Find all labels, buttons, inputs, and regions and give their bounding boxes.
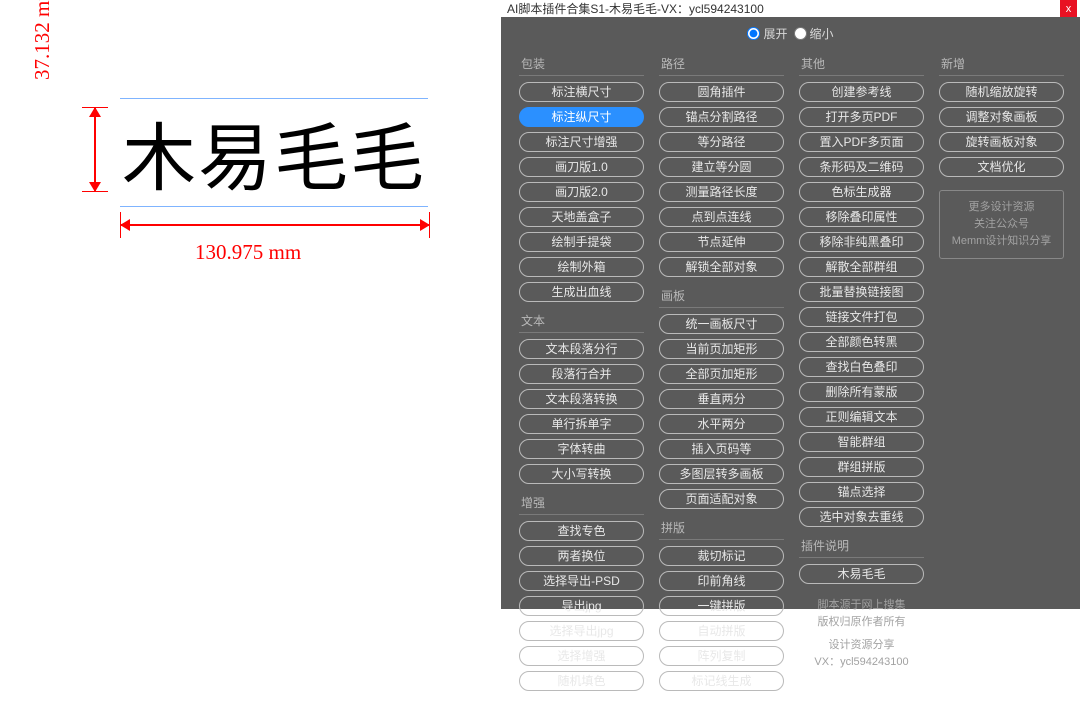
action-pill[interactable]: 调整对象画板 bbox=[939, 107, 1064, 127]
section-imposition-header: 拼版 bbox=[659, 516, 784, 540]
action-pill[interactable]: 旋转画板对象 bbox=[939, 132, 1064, 152]
action-pill[interactable]: 大小写转换 bbox=[519, 464, 644, 484]
action-pill[interactable]: 全部页加矩形 bbox=[659, 364, 784, 384]
column-1: 包装 标注横尺寸标注纵尺寸标注尺寸增强画刀版1.0 画刀版2.0 天地盖盒子绘制手提… bbox=[519, 50, 644, 696]
panel-title-bar: AI脚本插件合集S1-木易毛毛-VX：ycl594243100 x bbox=[501, 0, 1080, 17]
section-enhance-header: 增强 bbox=[519, 491, 644, 515]
action-pill[interactable]: 画刀版2.0 bbox=[519, 182, 644, 202]
action-pill[interactable]: 裁切标记 bbox=[659, 546, 784, 566]
info-box: 更多设计资源 关注公众号 Memm设计知识分享 bbox=[939, 190, 1064, 259]
artwork-text: 木易毛毛 bbox=[120, 98, 428, 207]
action-pill[interactable]: 节点延伸 bbox=[659, 232, 784, 252]
action-pill[interactable]: 查找白色叠印 bbox=[799, 357, 924, 377]
action-pill[interactable]: 绘制外箱 bbox=[519, 257, 644, 277]
action-pill[interactable]: 导出jpg bbox=[519, 596, 644, 616]
action-pill[interactable]: 插入页码等 bbox=[659, 439, 784, 459]
action-pill[interactable]: 选择导出-PSD bbox=[519, 571, 644, 591]
panel-title: AI脚本插件合集S1-木易毛毛-VX：ycl594243100 bbox=[507, 0, 764, 17]
canvas-area: 木易毛毛 37.132 mm 130.975 mm bbox=[0, 0, 501, 609]
action-pill[interactable]: 垂直两分 bbox=[659, 389, 784, 409]
action-pill[interactable]: 智能群组 bbox=[799, 432, 924, 452]
action-pill[interactable]: 标记线生成 bbox=[659, 671, 784, 691]
action-pill[interactable]: 选择导出jpg bbox=[519, 621, 644, 641]
action-pill[interactable]: 锚点选择 bbox=[799, 482, 924, 502]
action-pill[interactable]: 多图层转多画板 bbox=[659, 464, 784, 484]
action-pill[interactable]: 单行拆单字 bbox=[519, 414, 644, 434]
author-button[interactable]: 木易毛毛 bbox=[799, 564, 924, 584]
action-pill[interactable]: 条形码及二维码 bbox=[799, 157, 924, 177]
radio-collapse[interactable]: 缩小 bbox=[794, 25, 834, 42]
section-plugin-info-header: 插件说明 bbox=[799, 534, 924, 558]
action-pill[interactable]: 绘制手提袋 bbox=[519, 232, 644, 252]
section-artboard-header: 画板 bbox=[659, 284, 784, 308]
columns-container: 包装 标注横尺寸标注纵尺寸标注尺寸增强画刀版1.0 画刀版2.0 天地盖盒子绘制手提… bbox=[501, 50, 1080, 704]
action-pill[interactable]: 标注尺寸增强 bbox=[519, 132, 644, 152]
close-icon: x bbox=[1066, 3, 1072, 15]
action-pill[interactable]: 全部颜色转黑 bbox=[799, 332, 924, 352]
action-pill[interactable]: 色标生成器 bbox=[799, 182, 924, 202]
action-pill[interactable]: 文档优化 bbox=[939, 157, 1064, 177]
vertical-dimension-label: 37.132 mm bbox=[30, 0, 55, 80]
action-pill[interactable]: 生成出血线 bbox=[519, 282, 644, 302]
action-pill[interactable]: 天地盖盒子 bbox=[519, 207, 644, 227]
vertical-dimension bbox=[85, 107, 105, 192]
action-pill[interactable]: 群组拼版 bbox=[799, 457, 924, 477]
action-pill[interactable]: 点到点连线 bbox=[659, 207, 784, 227]
action-pill[interactable]: 随机缩放旋转 bbox=[939, 82, 1064, 102]
action-pill[interactable]: 链接文件打包 bbox=[799, 307, 924, 327]
action-pill[interactable]: 删除所有蒙版 bbox=[799, 382, 924, 402]
action-pill[interactable]: 水平两分 bbox=[659, 414, 784, 434]
action-pill[interactable]: 当前页加矩形 bbox=[659, 339, 784, 359]
radio-expand[interactable]: 展开 bbox=[747, 25, 787, 42]
action-pill[interactable]: 置入PDF多页面 bbox=[799, 132, 924, 152]
close-button[interactable]: x bbox=[1060, 0, 1077, 17]
action-pill[interactable]: 建立等分圆 bbox=[659, 157, 784, 177]
horizontal-dimension bbox=[120, 215, 430, 235]
action-pill[interactable]: 圆角插件 bbox=[659, 82, 784, 102]
action-pill[interactable]: 正则编辑文本 bbox=[799, 407, 924, 427]
action-pill[interactable]: 批量替换链接图 bbox=[799, 282, 924, 302]
action-pill[interactable]: 随机填色 bbox=[519, 671, 644, 691]
action-pill[interactable]: 画刀版1.0 bbox=[519, 157, 644, 177]
action-pill[interactable]: 创建参考线 bbox=[799, 82, 924, 102]
column-2: 路径 圆角插件锚点分割路径等分路径建立等分圆测量路径长度点到点连线节点延伸解锁全… bbox=[659, 50, 784, 696]
action-pill[interactable]: 文本段落转换 bbox=[519, 389, 644, 409]
section-path-header: 路径 bbox=[659, 52, 784, 76]
section-text-header: 文本 bbox=[519, 309, 644, 333]
action-pill[interactable]: 段落行合并 bbox=[519, 364, 644, 384]
plugin-panel: AI脚本插件合集S1-木易毛毛-VX：ycl594243100 x 展开 缩小 … bbox=[501, 0, 1080, 609]
column-4: 新增 随机缩放旋转调整对象画板旋转画板对象文档优化 更多设计资源 关注公众号 M… bbox=[939, 50, 1064, 259]
action-pill[interactable]: 一键拼版 bbox=[659, 596, 784, 616]
action-pill[interactable]: 自动拼版 bbox=[659, 621, 784, 641]
action-pill[interactable]: 选择增强 bbox=[519, 646, 644, 666]
action-pill[interactable]: 两者换位 bbox=[519, 546, 644, 566]
plugin-note: 脚本源于网上搜集 版权归原作者所有 设计资源分享 VX：ycl594243100 bbox=[799, 597, 924, 671]
action-pill[interactable]: 锚点分割路径 bbox=[659, 107, 784, 127]
action-pill[interactable]: 选中对象去重线 bbox=[799, 507, 924, 527]
action-pill[interactable]: 测量路径长度 bbox=[659, 182, 784, 202]
action-pill[interactable]: 打开多页PDF bbox=[799, 107, 924, 127]
action-pill[interactable]: 查找专色 bbox=[519, 521, 644, 541]
view-mode-radio-group: 展开 缩小 bbox=[501, 17, 1080, 50]
action-pill[interactable]: 解锁全部对象 bbox=[659, 257, 784, 277]
column-3: 其他 创建参考线打开多页PDF 置入PDF多页面条形码及二维码色标生成器移除叠印属… bbox=[799, 50, 924, 671]
action-pill[interactable]: 字体转曲 bbox=[519, 439, 644, 459]
action-pill[interactable]: 移除非纯黑叠印 bbox=[799, 232, 924, 252]
action-pill[interactable]: 标注纵尺寸 bbox=[519, 107, 644, 127]
action-pill[interactable]: 阵列复制 bbox=[659, 646, 784, 666]
action-pill[interactable]: 页面适配对象 bbox=[659, 489, 784, 509]
section-other-header: 其他 bbox=[799, 52, 924, 76]
action-pill[interactable]: 标注横尺寸 bbox=[519, 82, 644, 102]
action-pill[interactable]: 等分路径 bbox=[659, 132, 784, 152]
action-pill[interactable]: 移除叠印属性 bbox=[799, 207, 924, 227]
action-pill[interactable]: 文本段落分行 bbox=[519, 339, 644, 359]
section-new-header: 新增 bbox=[939, 52, 1064, 76]
action-pill[interactable]: 解散全部群组 bbox=[799, 257, 924, 277]
action-pill[interactable]: 印前角线 bbox=[659, 571, 784, 591]
section-packaging-header: 包装 bbox=[519, 52, 644, 76]
action-pill[interactable]: 统一画板尺寸 bbox=[659, 314, 784, 334]
horizontal-dimension-label: 130.975 mm bbox=[195, 240, 301, 265]
